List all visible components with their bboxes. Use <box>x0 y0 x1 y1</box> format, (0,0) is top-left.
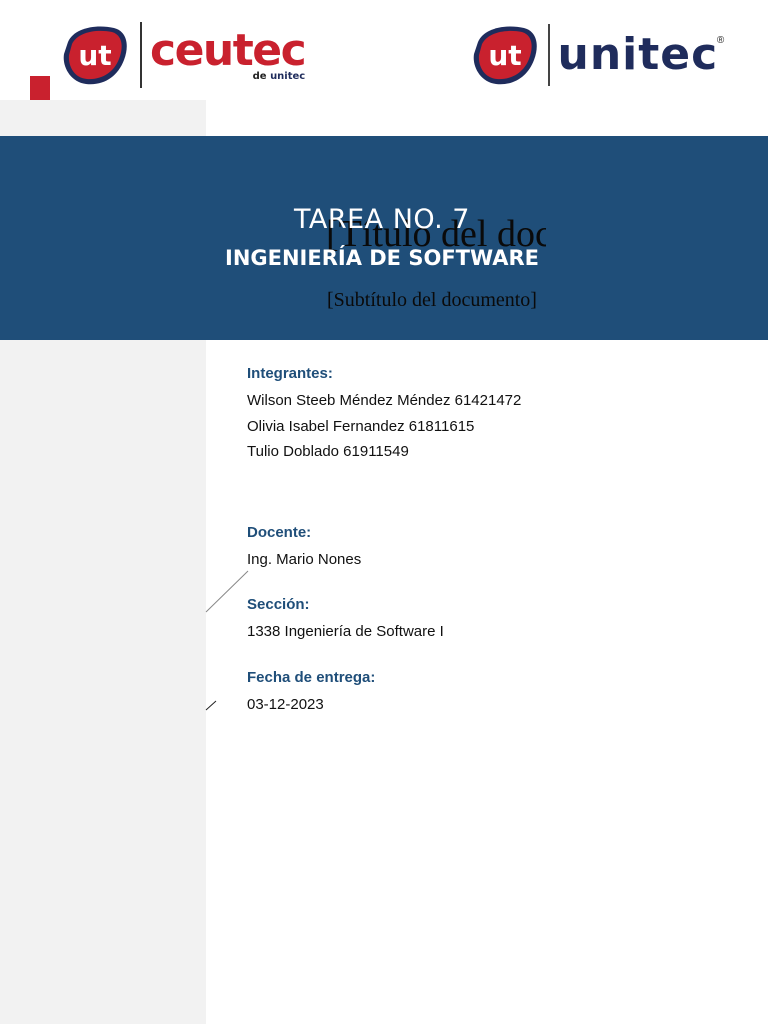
section-section: Sección: 1338 Ingeniería de Software I <box>247 596 727 645</box>
ut-badge-icon: ut <box>63 26 127 85</box>
logo-divider <box>140 22 142 88</box>
document-subtitle-placeholder[interactable]: [Subtítulo del documento] <box>327 289 537 312</box>
red-accent-square <box>30 76 50 100</box>
decorative-line <box>205 700 217 711</box>
decorative-line <box>205 570 249 613</box>
logo-divider <box>548 24 550 86</box>
svg-text:ut: ut <box>78 39 111 72</box>
teacher-label: Docente: <box>247 523 312 541</box>
due-date-section: Fecha de entrega: 03-12-2023 <box>247 669 727 718</box>
ceutec-submark: de unitec <box>253 71 306 82</box>
task-title: TAREA NO. 7 <box>294 204 470 235</box>
section-value: 1338 Ingeniería de Software I <box>247 623 444 640</box>
registered-mark: ® <box>716 35 725 46</box>
members-label: Integrantes: <box>247 365 333 382</box>
members-list: Wilson Steeb Méndez Méndez 61421472 Oliv… <box>247 388 727 465</box>
cover-info: Integrantes: Wilson Steeb Méndez Méndez … <box>247 365 727 717</box>
member-item: Tulio Doblado 61911549 <box>247 443 409 460</box>
unitec-logo: ut unitec ® <box>470 22 724 88</box>
due-date-label: Fecha de entrega: <box>247 668 376 686</box>
teacher-section: Docente: Ing. Mario Nones <box>247 524 727 573</box>
ceutec-sub-prefix: de <box>252 70 267 82</box>
section-label: Sección: <box>247 596 310 613</box>
unitec-wordmark: unitec <box>557 29 719 80</box>
ut-badge-icon: ut <box>473 26 537 85</box>
member-item: Olivia Isabel Fernandez 61811615 <box>247 417 475 435</box>
course-title: INGENIERÍA DE SOFTWARE <box>225 246 539 270</box>
teacher-name: Ing. Mario Nones <box>247 550 362 568</box>
svg-text:ut: ut <box>488 39 521 72</box>
ceutec-sub-brand: unitec <box>270 70 306 82</box>
ceutec-wordmark: ceutec <box>150 24 307 76</box>
members-section: Integrantes: Wilson Steeb Méndez Méndez … <box>247 365 727 465</box>
member-item: Wilson Steeb Méndez Méndez 61421472 <box>247 392 522 409</box>
ceutec-logo: ut ceutec de unitec <box>60 22 307 88</box>
due-date-value: 03-12-2023 <box>247 695 324 713</box>
